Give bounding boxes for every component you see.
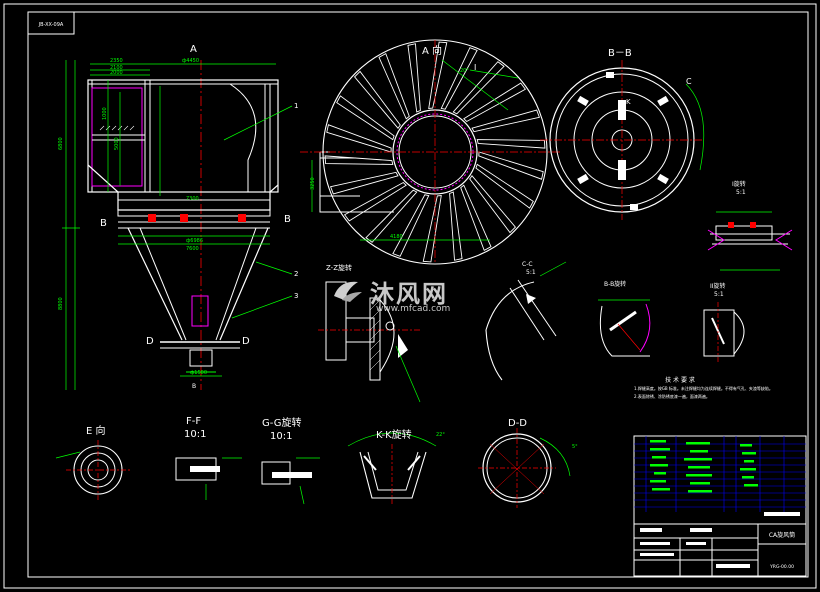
dim-4180: 4180 <box>390 234 403 240</box>
view-gg-scale: 10:1 <box>270 431 292 442</box>
letter-d-right: D <box>242 336 250 347</box>
dim-7600: 7600 <box>186 246 199 252</box>
vane <box>449 191 463 261</box>
dim-22deg: 22° <box>436 432 445 438</box>
dim-5000: 5000 <box>114 137 120 150</box>
dim-1000: 1000 <box>102 107 108 120</box>
i-rotation-detail <box>707 211 793 271</box>
view-ii-scale: 5:1 <box>714 291 724 298</box>
view-ff-scale: 10:1 <box>184 429 206 440</box>
tech-text-2: 2.表面除锈、涂防锈底漆一遍，面漆两遍。 <box>634 393 710 399</box>
vane <box>422 195 442 263</box>
dim-8800: 8800 <box>58 297 64 310</box>
d-d-view <box>478 428 571 508</box>
dim-2350: 2350 <box>110 58 123 64</box>
dim-5deg: 5° <box>572 444 578 450</box>
e-view <box>55 440 130 500</box>
f-f-view <box>175 457 242 500</box>
view-bbr-title: B-B旋转 <box>604 280 626 288</box>
vane <box>378 52 410 120</box>
view-a-section-title: A 向 <box>422 44 442 57</box>
vane <box>336 95 395 141</box>
ii-rotation-detail <box>703 302 745 364</box>
letter-b-right: B <box>284 214 291 225</box>
technical-requirements: 技 术 要 求 1.焊缝高度。按GB 标准。未注焊缝均为连续焊缝。不得有气孔、夹… <box>634 376 773 399</box>
dim-1500: ф1500 <box>190 370 207 376</box>
vane <box>326 124 392 153</box>
view-ff-title: F-F <box>186 416 201 427</box>
view-cc-title: C-C <box>522 261 533 268</box>
view-i-title: I旋转 <box>732 180 746 188</box>
vane <box>476 139 546 149</box>
dim-2000: 2000 <box>110 70 123 76</box>
title-block: CA旋风筒 YRG-00.00 <box>633 435 807 577</box>
letter-k: K <box>626 98 631 106</box>
b-b-view <box>540 60 705 220</box>
dim-6986: ф6986 <box>186 238 203 244</box>
b-b-rotation-detail <box>598 299 651 357</box>
vane <box>392 194 430 257</box>
a-direction-view <box>300 39 560 265</box>
dim-3250: 3250 <box>310 177 316 190</box>
c-c-view <box>485 261 567 381</box>
tech-title: 技 术 要 求 <box>665 376 695 384</box>
title-block-code: YRG-00.00 <box>769 564 794 570</box>
view-zz-title: Z-Z旋转 <box>326 263 352 272</box>
letter-b-left: B <box>100 218 107 229</box>
dim-7300: 7300 <box>186 196 199 202</box>
dim-6800: 6800 <box>58 137 64 150</box>
view-a-letter: A <box>190 44 197 55</box>
watermark-logo-icon <box>334 281 362 302</box>
vane <box>407 43 421 113</box>
callout-1: 1 <box>294 102 298 110</box>
dim-20deg: 20° <box>460 68 469 74</box>
vane <box>440 47 478 110</box>
view-ee-title: E 向 <box>86 424 106 437</box>
view-dd-title: D-D <box>508 418 527 429</box>
view-cc-scale: 5:1 <box>526 269 536 276</box>
code-box-text: JB-XX-09A <box>38 22 64 28</box>
view-a-bottom-letter: B <box>192 383 196 390</box>
letter-i: I <box>474 63 476 72</box>
k-k-rotation-view <box>347 432 437 506</box>
vane <box>475 163 534 209</box>
vane <box>478 151 544 180</box>
watermark-url: www.mfcad.com <box>376 304 451 314</box>
title-block-name: CA旋风筒 <box>769 531 795 539</box>
vane <box>460 184 492 252</box>
callout-2: 2 <box>294 270 298 278</box>
tech-text-1: 1.焊缝高度。按GB 标准。未注焊缝均为连续焊缝。不得有气孔、夹渣等缺陷。 <box>634 385 773 391</box>
view-i-scale: 5:1 <box>736 189 746 196</box>
vane <box>324 155 394 165</box>
view-bb-title: B－B <box>608 48 632 59</box>
vane <box>353 70 401 129</box>
letter-c: C <box>686 77 692 86</box>
vane <box>469 175 517 234</box>
g-g-rotation-view <box>261 457 320 505</box>
dim-4450: ф4450 <box>182 58 199 64</box>
view-ii-title: II旋转 <box>710 282 726 290</box>
letter-d-left: D <box>146 336 154 347</box>
view-gg-title: G-G旋转 <box>262 416 301 429</box>
view-kk-title: K-K旋转 <box>376 428 412 441</box>
callout-3: 3 <box>294 292 298 300</box>
